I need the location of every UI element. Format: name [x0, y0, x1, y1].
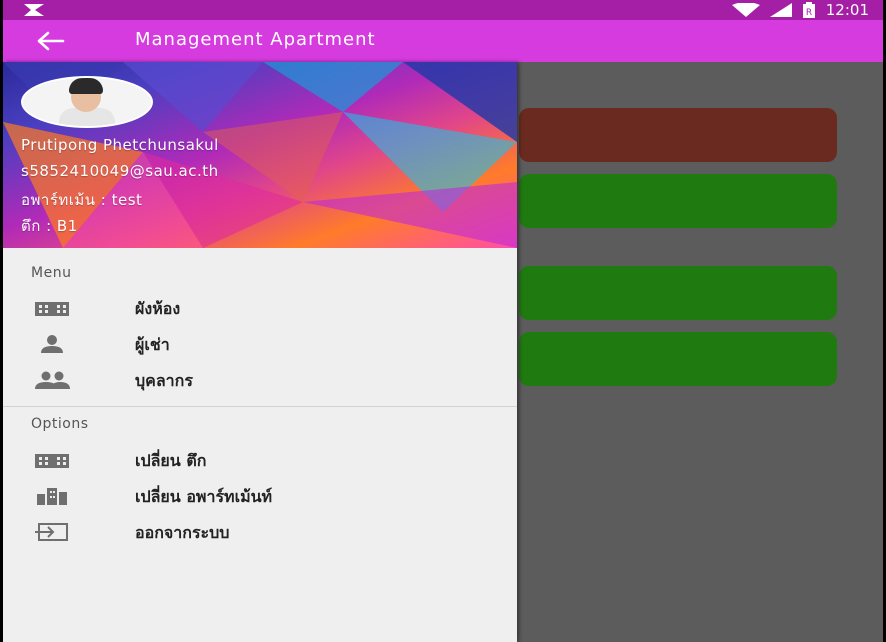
app-screen: R 12:01 Management Apartment Prutipong P…: [3, 0, 883, 642]
menu-item-tenants[interactable]: ผู้เช่า: [3, 326, 517, 362]
app-bar: Management Apartment: [3, 20, 883, 62]
menu-item-room-layout[interactable]: ผังห้อง: [3, 290, 517, 326]
menu-item-staff[interactable]: บุคลากร: [3, 362, 517, 398]
options-section-label: Options: [31, 416, 89, 432]
menu-item-label: เปลี่ยน ตึก: [135, 451, 207, 470]
user-name: Prutipong Phetchunsakul: [21, 136, 219, 154]
person-icon: [41, 335, 63, 353]
menu-item-label: ออกจากระบบ: [135, 523, 230, 542]
city-icon: [37, 488, 67, 505]
notification-icon: [24, 4, 44, 16]
menu-item-label: ผู้เช่า: [135, 335, 170, 354]
menu-item-change-building[interactable]: เปลี่ยน ตึก: [3, 442, 517, 478]
building-icon: [35, 454, 69, 468]
avatar: [21, 76, 153, 128]
menu-item-label: ผังห้อง: [135, 299, 181, 318]
drawer-header: Prutipong Phetchunsakul s5852410049@sau.…: [3, 62, 517, 248]
building-info: ตึก : B1: [21, 217, 78, 235]
battery-icon: R: [802, 2, 815, 18]
signal-icon: [769, 3, 792, 17]
svg-text:R: R: [806, 8, 812, 18]
exit-icon: [35, 523, 68, 541]
user-email: s5852410049@sau.ac.th: [21, 162, 219, 180]
menu-item-label: เปลี่ยน อพาร์ทเม้นท์: [135, 487, 273, 506]
app-title: Management Apartment: [135, 29, 376, 50]
wifi-icon: [731, 3, 760, 17]
apartment-info: อพาร์ทเม้น : test: [21, 191, 143, 209]
menu-section-label: Menu: [31, 265, 72, 281]
clock: 12:01: [825, 1, 869, 19]
menu-item-logout[interactable]: ออกจากระบบ: [3, 514, 517, 550]
building-icon: [35, 302, 69, 316]
menu-item-label: บุคลากร: [135, 371, 193, 390]
navigation-drawer: Prutipong Phetchunsakul s5852410049@sau.…: [3, 62, 517, 642]
menu-item-change-apartment[interactable]: เปลี่ยน อพาร์ทเม้นท์: [3, 478, 517, 514]
arrow-back-icon[interactable]: [35, 29, 67, 53]
people-icon: [35, 371, 70, 389]
status-bar: R 12:01: [3, 0, 883, 20]
avatar-hair: [69, 78, 103, 94]
section-divider: [3, 406, 517, 407]
